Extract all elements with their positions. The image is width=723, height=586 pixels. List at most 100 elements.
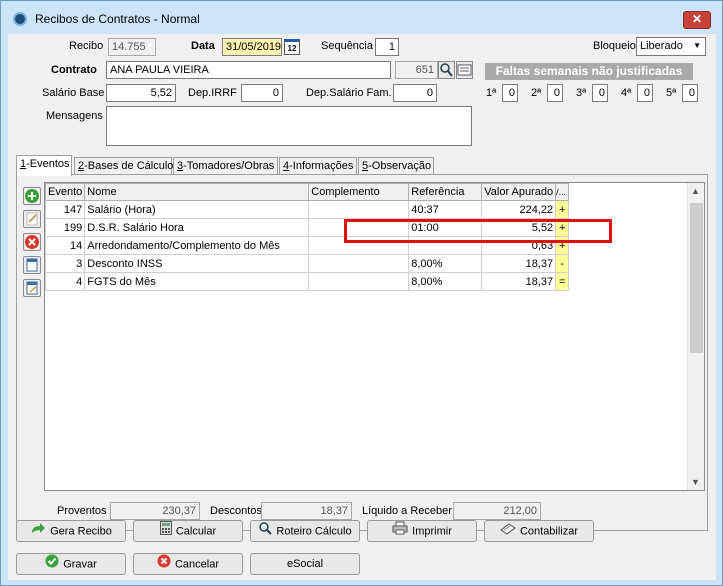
sequencia-field[interactable]: 1	[375, 38, 399, 56]
recibo-field: 14.755	[108, 38, 156, 56]
cell-referencia[interactable]: 40:37	[408, 200, 483, 219]
tab-informacoes[interactable]: 4-Informações	[279, 157, 357, 175]
window: Recibos de Contratos - Normal ✕ Recibo 1…	[0, 0, 723, 586]
cell-evento[interactable]: 4	[45, 272, 86, 291]
gravar-label: Gravar	[63, 558, 97, 571]
add-event-button[interactable]	[23, 187, 41, 205]
contabilizar-label: Contabilizar	[519, 525, 579, 538]
scroll-down-icon[interactable]: ▼	[691, 477, 700, 487]
col-sinal[interactable]: /...	[555, 183, 570, 201]
mensagens-textarea[interactable]	[106, 106, 472, 146]
roteiro-calculo-button[interactable]: Roteiro Cálculo	[250, 520, 360, 542]
liquido-label: Líquido a Receber	[362, 505, 452, 517]
close-button[interactable]: ✕	[683, 11, 711, 29]
grid-header-row: Evento Nome Complemento Referência Valor…	[45, 183, 570, 201]
scroll-up-icon[interactable]: ▲	[691, 186, 700, 196]
window-title: Recibos de Contratos - Normal	[35, 12, 200, 26]
week-2-label: 2ª	[531, 87, 542, 99]
details-card-icon[interactable]	[456, 61, 473, 79]
week-4-field[interactable]: 0	[637, 84, 653, 102]
week-2-field[interactable]: 0	[547, 84, 563, 102]
cell-referencia[interactable]: 8,00%	[408, 254, 483, 273]
search-icon[interactable]	[438, 61, 455, 79]
scroll-thumb[interactable]	[690, 203, 703, 353]
tab-bases[interactable]: 2-Bases de Cálculo	[74, 157, 173, 175]
cell-evento[interactable]: 147	[45, 200, 86, 219]
faltas-header: Faltas semanais não justificadas	[485, 63, 693, 80]
col-complemento[interactable]: Complemento	[308, 183, 410, 201]
cell-valor[interactable]: 224,22	[481, 200, 557, 219]
contrato-name-field[interactable]: ANA PAULA VIEIRA	[106, 61, 391, 79]
cell-sinal[interactable]: -	[555, 254, 570, 273]
cancel-icon	[157, 554, 171, 575]
cell-complemento[interactable]	[308, 254, 410, 273]
col-valor-apurado[interactable]: Valor Apurado	[481, 183, 557, 201]
dep-salfam-field[interactable]: 0	[393, 84, 437, 102]
printer-icon	[392, 521, 408, 542]
tab-tomadores[interactable]: 3-Tomadores/Obras	[173, 157, 278, 175]
ledger-icon	[500, 521, 516, 542]
cell-nome[interactable]: FGTS do Mês	[84, 272, 310, 291]
proventos-label: Proventos	[57, 505, 107, 517]
imprimir-button[interactable]: Imprimir	[367, 520, 477, 542]
table-row[interactable]: 147 Salário (Hora) 40:37 224,22 +	[45, 200, 570, 219]
dep-irrf-field[interactable]: 0	[241, 84, 283, 102]
document-edit-icon[interactable]	[23, 279, 41, 297]
gravar-button[interactable]: Gravar	[16, 553, 126, 575]
bloqueio-select[interactable]: Liberado ▼	[636, 37, 706, 56]
esocial-label: eSocial	[286, 558, 324, 570]
salario-base-label: Salário Base	[42, 87, 105, 99]
document-icon[interactable]	[23, 256, 41, 274]
eventos-grid[interactable]: Evento Nome Complemento Referência Valor…	[44, 182, 705, 491]
cell-nome[interactable]: Desconto INSS	[84, 254, 310, 273]
calendar-icon[interactable]: 12	[284, 39, 300, 55]
tab-observacao[interactable]: 5-Observação	[358, 157, 434, 175]
cell-evento[interactable]: 3	[45, 254, 86, 273]
cell-complemento[interactable]	[308, 200, 410, 219]
cell-evento[interactable]: 199	[45, 218, 86, 237]
week-1-label: 1ª	[486, 87, 497, 99]
col-nome[interactable]: Nome	[84, 183, 310, 201]
cell-complemento[interactable]	[308, 272, 410, 291]
cell-valor[interactable]: 18,37	[481, 272, 557, 291]
cell-nome[interactable]: Salário (Hora)	[84, 200, 310, 219]
col-evento[interactable]: Evento	[45, 183, 86, 201]
week-5-field[interactable]: 0	[682, 84, 698, 102]
grid-scrollbar[interactable]: ▲ ▼	[687, 183, 704, 490]
gera-recibo-button[interactable]: Gera Recibo	[16, 520, 126, 542]
cell-referencia[interactable]: 8,00%	[408, 272, 483, 291]
tab-eventos[interactable]: 1-Eventos	[16, 155, 72, 176]
dep-irrf-label: Dep.IRRF	[188, 87, 237, 99]
esocial-button[interactable]: eSocial	[250, 553, 360, 575]
calendar-icon-day: 12	[287, 44, 297, 53]
cell-sinal[interactable]: =	[555, 272, 570, 291]
table-row[interactable]: 3 Desconto INSS 8,00% 18,37 -	[45, 254, 570, 273]
magnifier-icon	[258, 521, 273, 542]
mensagens-label: Mensagens	[46, 110, 103, 122]
sequencia-label: Sequência	[321, 40, 373, 52]
week-5-label: 5ª	[666, 87, 677, 99]
salario-base-field[interactable]: 5,52	[106, 84, 176, 102]
calcular-label: Calcular	[175, 525, 217, 538]
cancelar-button[interactable]: Cancelar	[133, 553, 243, 575]
cell-evento[interactable]: 14	[45, 236, 86, 255]
calcular-button[interactable]: Calcular	[133, 520, 243, 542]
tab-observacao-label: -Observação	[368, 160, 432, 172]
dep-salfam-label: Dep.Salário Fam.	[306, 87, 392, 99]
week-1-field[interactable]: 0	[502, 84, 518, 102]
cell-valor[interactable]: 18,37	[481, 254, 557, 273]
contabilizar-button[interactable]: Contabilizar	[484, 520, 594, 542]
recibo-label: Recibo	[69, 40, 104, 52]
cell-nome[interactable]: D.S.R. Salário Hora	[84, 218, 310, 237]
gera-recibo-label: Gera Recibo	[50, 525, 112, 538]
delete-event-button[interactable]	[23, 233, 41, 251]
arrow-right-icon	[30, 521, 46, 542]
week-3-field[interactable]: 0	[592, 84, 608, 102]
table-row[interactable]: 4 FGTS do Mês 8,00% 18,37 =	[45, 272, 570, 291]
cell-sinal[interactable]: +	[555, 200, 570, 219]
col-referencia[interactable]: Referência	[408, 183, 483, 201]
edit-event-button[interactable]	[23, 210, 41, 228]
data-field[interactable]: 31/05/2019	[222, 38, 282, 56]
cell-nome[interactable]: Arredondamento/Complemento do Mês	[84, 236, 310, 255]
roteiro-calculo-label: Roteiro Cálculo	[276, 525, 352, 538]
